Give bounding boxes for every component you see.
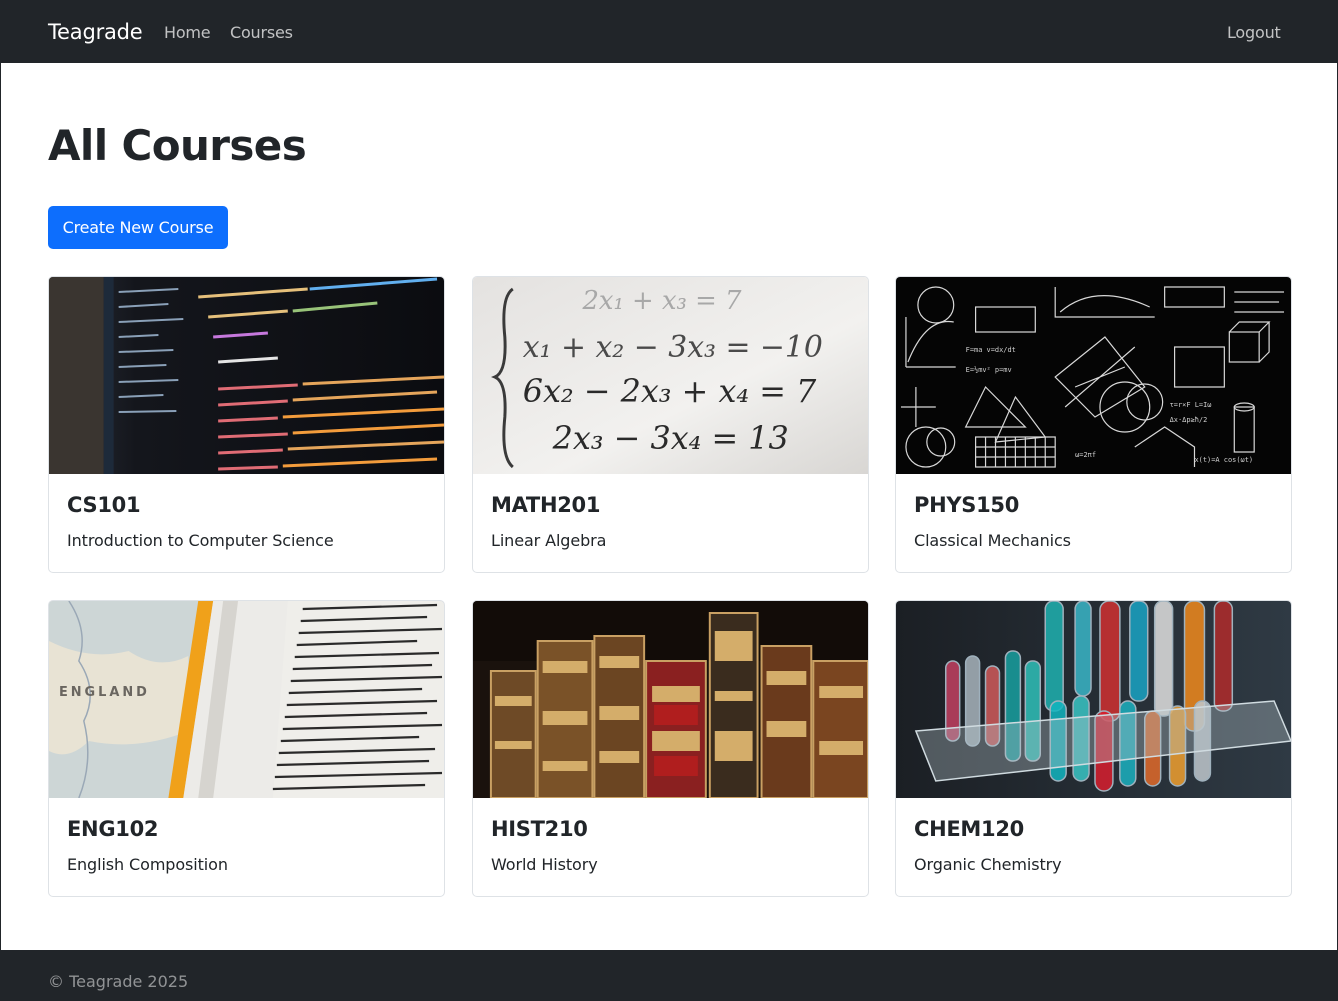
footer-copyright: © Teagrade 2025 bbox=[48, 972, 189, 991]
svg-text:x₁ + x₂ − 3x₃ = −10: x₁ + x₂ − 3x₃ = −10 bbox=[523, 330, 823, 365]
svg-text:ENGLAND: ENGLAND bbox=[59, 685, 150, 700]
course-card-hist210[interactable]: HIST210 World History bbox=[472, 600, 869, 897]
page-title: All Courses bbox=[48, 121, 307, 170]
code-editor-photo bbox=[49, 277, 444, 474]
nav-link-home[interactable]: Home bbox=[164, 23, 211, 42]
course-code: CS101 bbox=[67, 493, 141, 517]
course-code: PHYS150 bbox=[914, 493, 1020, 517]
antique-books-photo bbox=[473, 601, 868, 798]
course-card-chem120[interactable]: CHEM120 Organic Chemistry bbox=[895, 600, 1292, 897]
course-name: Linear Algebra bbox=[491, 531, 607, 550]
logout-link[interactable]: Logout bbox=[1227, 23, 1281, 42]
test-tubes-photo bbox=[896, 601, 1291, 798]
course-code: ENG102 bbox=[67, 817, 159, 841]
svg-text:2x₃ − 3x₄ = 13: 2x₃ − 3x₄ = 13 bbox=[552, 419, 789, 457]
course-card-cs101[interactable]: CS101 Introduction to Computer Science bbox=[48, 276, 445, 573]
svg-text:ω=2πf: ω=2πf bbox=[1075, 451, 1096, 459]
course-code: MATH201 bbox=[491, 493, 601, 517]
svg-text:x(t)=A cos(ωt): x(t)=A cos(ωt) bbox=[1194, 456, 1253, 464]
brand-link[interactable]: Teagrade bbox=[48, 20, 143, 44]
create-course-button[interactable]: Create New Course bbox=[48, 206, 228, 249]
footer: © Teagrade 2025 bbox=[1, 950, 1337, 1000]
course-name: English Composition bbox=[67, 855, 228, 874]
equations-photo: 2x₁ + x₃ = 7 x₁ + x₂ − 3x₃ = −10 6x₂ − 2… bbox=[473, 277, 868, 474]
dictionary-map-photo: ENGLAND bbox=[49, 601, 444, 798]
svg-text:2x₁ + x₃ = 7: 2x₁ + x₃ = 7 bbox=[581, 286, 742, 316]
course-card-eng102[interactable]: ENGLAND ENG102 English Composition bbox=[48, 600, 445, 897]
course-name: Introduction to Computer Science bbox=[67, 531, 334, 550]
svg-text:Δx·Δp≥ħ/2: Δx·Δp≥ħ/2 bbox=[1170, 416, 1208, 424]
course-name: Organic Chemistry bbox=[914, 855, 1062, 874]
course-card-math201[interactable]: 2x₁ + x₃ = 7 x₁ + x₂ − 3x₃ = −10 6x₂ − 2… bbox=[472, 276, 869, 573]
course-name: Classical Mechanics bbox=[914, 531, 1071, 550]
navbar: Teagrade Home Courses Logout bbox=[1, 1, 1337, 63]
svg-text:6x₂ − 2x₃ + x₄ = 7: 6x₂ − 2x₃ + x₄ = 7 bbox=[523, 372, 817, 410]
blackboard-diagrams-photo: F=ma v=dx/dt E=½mv² p=mv τ=r×F L=Iω Δx·Δ… bbox=[896, 277, 1291, 474]
svg-text:E=½mv² p=mv: E=½mv² p=mv bbox=[966, 366, 1012, 374]
course-name: World History bbox=[491, 855, 598, 874]
svg-text:F=ma v=dx/dt: F=ma v=dx/dt bbox=[966, 346, 1016, 354]
nav-link-courses[interactable]: Courses bbox=[230, 23, 293, 42]
course-code: CHEM120 bbox=[914, 817, 1024, 841]
course-card-phys150[interactable]: F=ma v=dx/dt E=½mv² p=mv τ=r×F L=Iω Δx·Δ… bbox=[895, 276, 1292, 573]
course-code: HIST210 bbox=[491, 817, 588, 841]
svg-text:τ=r×F L=Iω: τ=r×F L=Iω bbox=[1170, 401, 1212, 409]
